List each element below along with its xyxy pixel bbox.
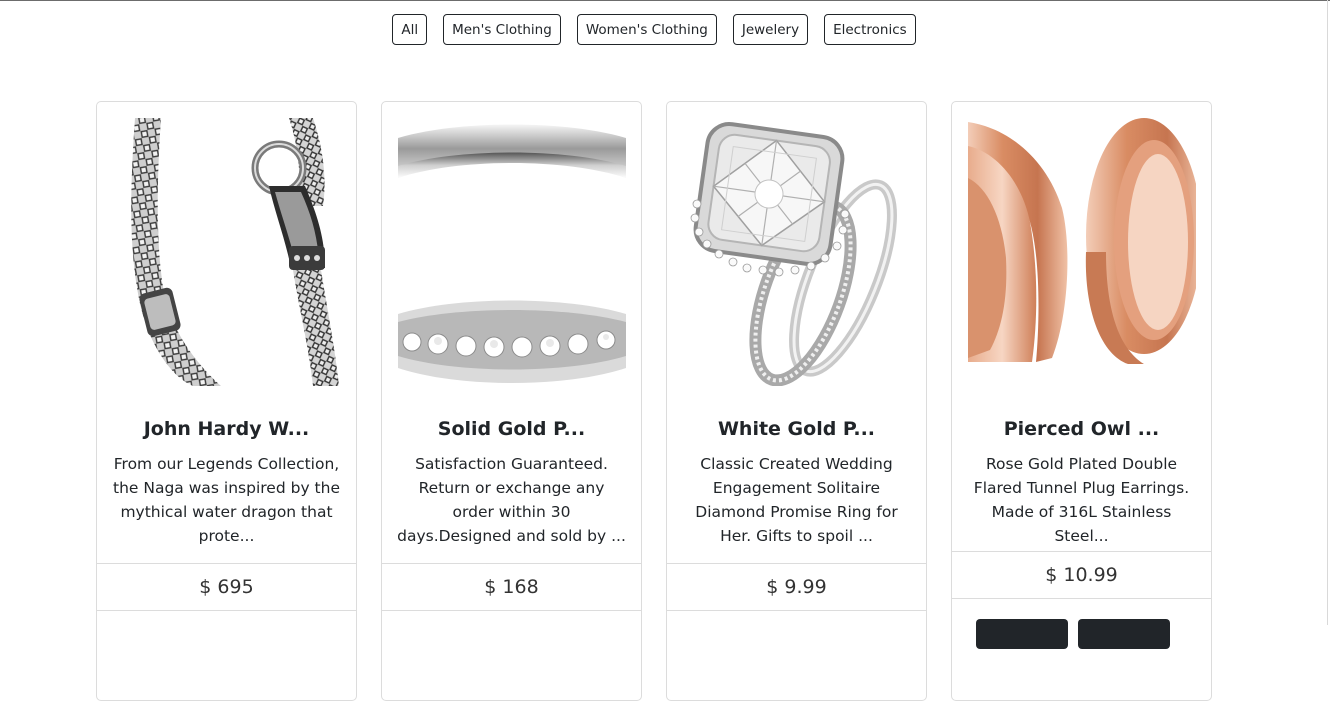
product-description: Rose Gold Plated Double Flared Tunnel Pl… [973,455,1190,545]
filter-womens-clothing-button[interactable]: Women's Clothing [576,14,717,45]
add-to-cart-button[interactable] [1078,619,1170,649]
product-card[interactable]: John Hardy W... From our Legends Collect… [96,101,357,701]
product-card[interactable]: Pierced Owl ... Rose Gold Plated Double … [951,101,1212,701]
product-card[interactable]: Solid Gold P... Satisfaction Guaranteed.… [381,101,642,701]
chain-bracelet-image [131,118,339,386]
product-price: $ 9.99 [667,563,926,611]
top-border [0,0,1330,1]
category-filter-bar: All Men's Clothing Women's Clothing Jewe… [0,14,1308,45]
details-button[interactable] [976,619,1068,649]
product-price: $ 10.99 [952,551,1211,599]
product-card[interactable]: White Gold P... Classic Created Wedding … [666,101,927,701]
product-price: $ 168 [382,563,641,611]
scrollbar-track[interactable] [1327,0,1328,625]
product-description: From our Legends Collection, the Naga wa… [113,455,340,545]
band-ring-image [398,124,626,383]
product-image[interactable] [968,118,1196,386]
product-title[interactable]: White Gold P... [667,418,926,440]
diamond-ring-image [690,122,897,386]
tunnel-plug-image [968,118,1196,364]
product-description: Classic Created Wedding Engagement Solit… [695,455,898,545]
product-title[interactable]: Solid Gold P... [382,418,641,440]
product-description: Satisfaction Guaranteed. Return or excha… [397,455,626,545]
product-title[interactable]: John Hardy W... [97,418,356,440]
product-price: $ 695 [97,563,356,611]
card-actions [976,619,1170,649]
product-image[interactable] [683,118,911,386]
filter-electronics-button[interactable]: Electronics [824,14,916,45]
filter-mens-clothing-button[interactable]: Men's Clothing [443,14,561,45]
product-title[interactable]: Pierced Owl ... [952,418,1211,440]
filter-all-button[interactable]: All [392,14,428,45]
product-image[interactable] [113,118,341,386]
product-image[interactable] [398,118,626,386]
filter-jewelery-button[interactable]: Jewelery [732,14,809,45]
